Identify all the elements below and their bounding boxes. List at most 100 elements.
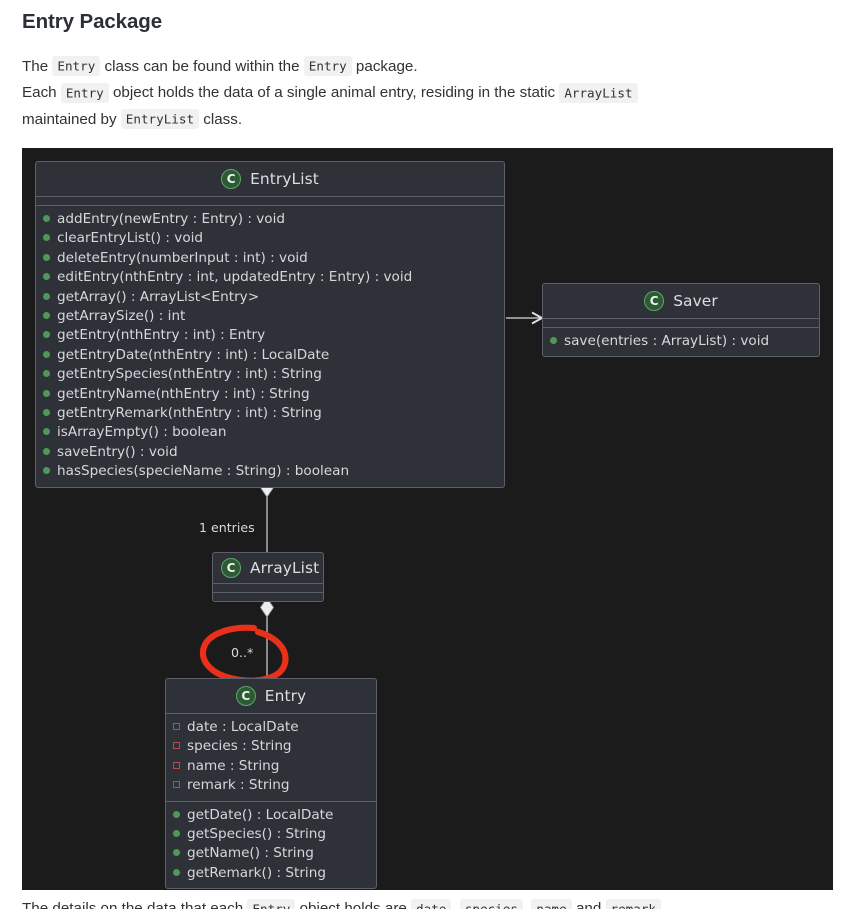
method-label: getArraySize() : int bbox=[57, 308, 186, 325]
class-method-row: deleteEntry(numberInput : int) : void bbox=[36, 249, 504, 268]
method-label: getRemark() : String bbox=[187, 864, 326, 881]
uml-class-diagram[interactable]: C EntryList addEntry(newEntry : Entry) :… bbox=[22, 148, 833, 890]
method-label: getEntrySpecies(nthEntry : int) : String bbox=[57, 366, 322, 383]
class-icon: C bbox=[235, 686, 256, 706]
attributes-compartment bbox=[36, 197, 504, 206]
paragraph-line-2: Each Entry object holds the data of a si… bbox=[22, 80, 826, 107]
class-title: EntryList bbox=[250, 170, 319, 188]
methods-compartment bbox=[213, 593, 323, 601]
class-method-row: getEntry(nthEntry : int) : Entry bbox=[36, 326, 504, 345]
method-label: isArrayEmpty() : boolean bbox=[57, 424, 227, 441]
public-method-icon bbox=[43, 234, 50, 242]
method-label: getArray() : ArrayList<Entry> bbox=[57, 288, 260, 305]
public-method-icon bbox=[43, 253, 50, 261]
class-method-row: clearEntryList() : void bbox=[36, 229, 504, 248]
class-header-entry: C Entry bbox=[166, 679, 376, 714]
inline-code-chip: Entry bbox=[303, 56, 352, 77]
diagram-canvas: C EntryList addEntry(newEntry : Entry) :… bbox=[22, 148, 833, 890]
attribute-label: name : String bbox=[187, 757, 280, 774]
class-method-row: save(entries : ArrayList) : void bbox=[543, 332, 819, 351]
paragraph-line-3: maintained by EntryList class. bbox=[22, 109, 243, 130]
inline-code-chip: Entry bbox=[60, 82, 109, 103]
edge-arraylist-to-entry bbox=[260, 597, 274, 678]
class-title: ArrayList bbox=[250, 559, 320, 577]
class-method-row: getEntryName(nthEntry : int) : String bbox=[36, 385, 504, 404]
class-header-saver: C Saver bbox=[543, 284, 819, 319]
inline-code-chip: species bbox=[459, 898, 523, 909]
paragraph-line-1: The Entry class can be found within the … bbox=[22, 56, 418, 77]
class-icon: C bbox=[221, 169, 242, 189]
method-label: addEntry(newEntry : Entry) : void bbox=[57, 211, 286, 227]
class-method-row: getDate() : LocalDate bbox=[166, 806, 376, 825]
class-icon: C bbox=[221, 558, 241, 578]
attributes-compartment bbox=[543, 319, 819, 328]
inline-code-chip: EntryList bbox=[120, 109, 200, 130]
document-body: Entry Package The Entry class can be fou… bbox=[0, 0, 848, 133]
uml-class-entrylist[interactable]: C EntryList addEntry(newEntry : Entry) :… bbox=[35, 161, 505, 488]
methods-compartment: save(entries : ArrayList) : void bbox=[543, 328, 819, 356]
class-method-row: editEntry(nthEntry : int, updatedEntry :… bbox=[36, 268, 504, 287]
class-method-row: hasSpecies(specieName : String) : boolea… bbox=[36, 462, 504, 481]
method-label: getName() : String bbox=[187, 845, 314, 862]
method-label: getEntryDate(nthEntry : int) : LocalDate bbox=[57, 346, 330, 363]
private-field-icon bbox=[173, 742, 180, 750]
class-method-row: getName() : String bbox=[166, 844, 376, 863]
class-method-row: getArray() : ArrayList<Entry> bbox=[36, 288, 504, 307]
public-method-icon bbox=[173, 810, 180, 818]
attribute-label: remark : String bbox=[187, 777, 290, 794]
public-method-icon bbox=[43, 428, 50, 436]
uml-class-arraylist[interactable]: C ArrayList bbox=[212, 552, 324, 602]
attributes-compartment: date : LocalDate species : String name : S… bbox=[166, 714, 376, 802]
method-label: getSpecies() : String bbox=[187, 826, 327, 843]
public-method-icon bbox=[43, 447, 50, 455]
public-method-icon bbox=[43, 409, 50, 417]
public-method-icon bbox=[43, 467, 50, 475]
class-icon: C bbox=[644, 291, 665, 311]
public-method-icon bbox=[173, 830, 180, 838]
class-header-entrylist: C EntryList bbox=[36, 162, 504, 197]
public-method-icon bbox=[550, 337, 557, 344]
class-method-row: getEntrySpecies(nthEntry : int) : String bbox=[36, 365, 504, 384]
page-title: Entry Package bbox=[22, 10, 162, 33]
public-method-icon bbox=[173, 868, 180, 876]
class-method-row: saveEntry() : void bbox=[36, 443, 504, 462]
inline-code-chip: date bbox=[411, 898, 452, 909]
uml-class-saver[interactable]: C Saver save(entries : ArrayList) : void bbox=[542, 283, 820, 358]
class-attribute-row: species : String bbox=[166, 737, 376, 756]
uml-class-entry[interactable]: C Entry date : LocalDate species : String… bbox=[165, 678, 377, 890]
private-field-icon bbox=[173, 781, 180, 789]
public-method-icon bbox=[43, 215, 50, 222]
method-label: editEntry(nthEntry : int, updatedEntry :… bbox=[57, 269, 413, 286]
class-title: Entry bbox=[264, 687, 307, 705]
method-label: save(entries : ArrayList) : void bbox=[564, 333, 770, 349]
class-method-row: isArrayEmpty() : boolean bbox=[36, 423, 504, 442]
public-method-icon bbox=[43, 273, 50, 281]
class-method-row: getArraySize() : int bbox=[36, 307, 504, 326]
edge-label-multiplicity: 0..* bbox=[231, 645, 254, 660]
method-label: getDate() : LocalDate bbox=[187, 806, 334, 823]
tail-paragraph: The details on the data that each Entry … bbox=[22, 896, 834, 909]
class-header-arraylist: C ArrayList bbox=[213, 553, 323, 584]
attribute-label: species : String bbox=[187, 738, 292, 755]
public-method-icon bbox=[43, 312, 50, 320]
method-label: clearEntryList() : void bbox=[57, 230, 204, 247]
class-method-row: getEntryDate(nthEntry : int) : LocalDate bbox=[36, 346, 504, 365]
edge-entrylist-to-arraylist bbox=[260, 477, 274, 552]
attribute-label: date : LocalDate bbox=[187, 719, 299, 735]
public-method-icon bbox=[173, 849, 180, 857]
class-method-row: getEntryRemark(nthEntry : int) : String bbox=[36, 404, 504, 423]
method-label: getEntryRemark(nthEntry : int) : String bbox=[57, 405, 322, 422]
class-method-row: addEntry(newEntry : Entry) : void bbox=[36, 210, 504, 229]
method-label: getEntryName(nthEntry : int) : String bbox=[57, 385, 310, 402]
attributes-compartment bbox=[213, 584, 323, 593]
method-label: saveEntry() : void bbox=[57, 443, 178, 460]
inline-code-chip: ArrayList bbox=[559, 82, 638, 103]
edge-label-entries: 1 entries bbox=[199, 520, 255, 535]
inline-code-chip: remark bbox=[605, 898, 661, 909]
method-label: hasSpecies(specieName : String) : boolea… bbox=[57, 463, 350, 480]
method-label: deleteEntry(numberInput : int) : void bbox=[57, 249, 308, 266]
public-method-icon bbox=[43, 331, 50, 339]
edge-entrylist-to-saver bbox=[506, 311, 544, 325]
class-method-row: getSpecies() : String bbox=[166, 825, 376, 844]
methods-compartment: addEntry(newEntry : Entry) : void clearEn… bbox=[36, 206, 504, 487]
